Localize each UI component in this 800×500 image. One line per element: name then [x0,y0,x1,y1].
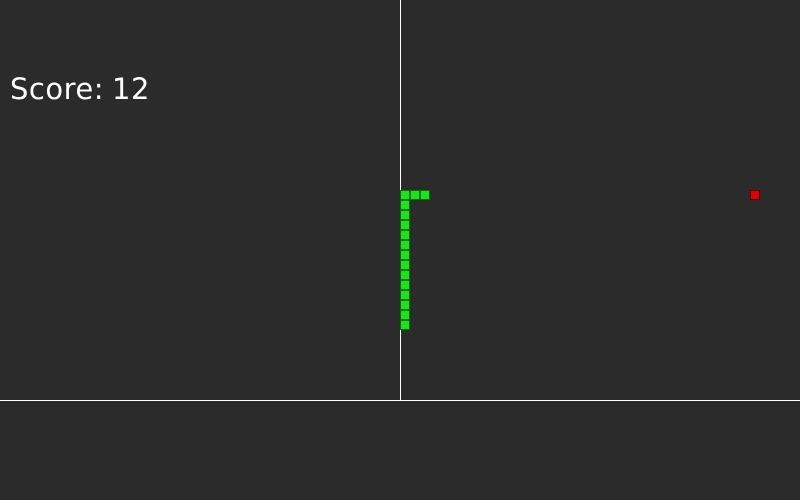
snake-segment [400,220,410,230]
snake-segment [400,200,410,210]
snake-segment [400,300,410,310]
snake-segment [400,270,410,280]
snake-segment [400,230,410,240]
snake-segment [400,280,410,290]
snake-segment [400,310,410,320]
snake-segment [400,210,410,220]
snake-segment [400,260,410,270]
food-pellet [750,190,760,200]
snake-segment [400,320,410,330]
snake-segment [400,240,410,250]
snake-segment [410,190,420,200]
snake-segment [400,250,410,260]
game-canvas[interactable]: Score: 12 [0,0,800,500]
snake-segment [400,190,410,200]
snake-segment [400,290,410,300]
snake [0,0,800,500]
snake-head [420,190,430,200]
